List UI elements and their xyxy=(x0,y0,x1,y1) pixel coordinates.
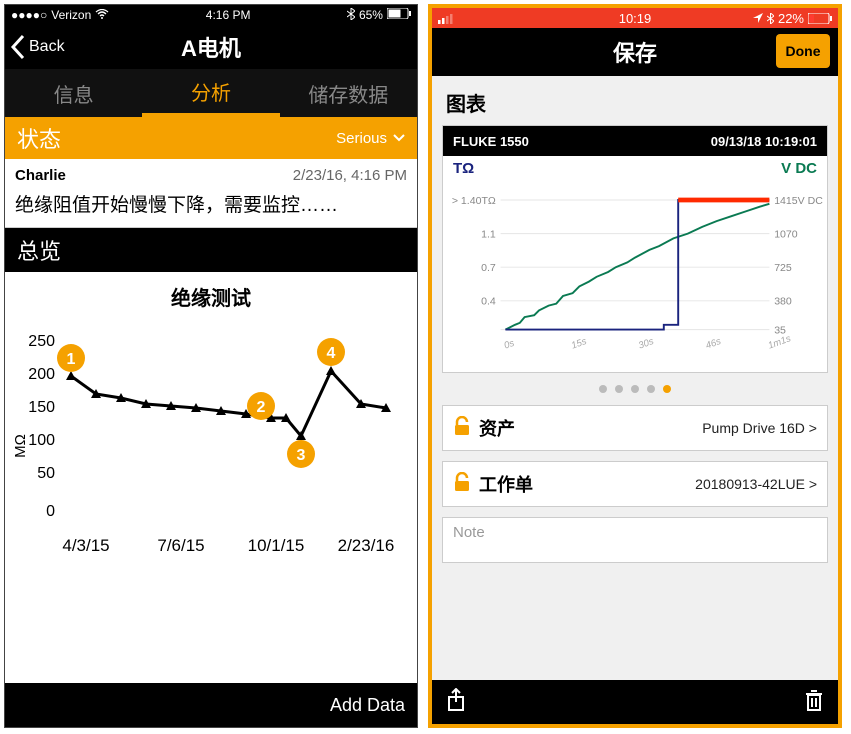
battery-icon xyxy=(808,13,832,24)
svg-text:10/1/15: 10/1/15 xyxy=(248,536,305,555)
svg-text:46s: 46s xyxy=(704,336,722,352)
chart-timestamp: 09/13/18 10:19:01 xyxy=(711,134,817,149)
overview-chart: 绝缘测试 250 200 150 100 50 0 MΩ xyxy=(5,272,417,582)
svg-text:3: 3 xyxy=(297,447,306,464)
phone-left: ●●●●○ Verizon 4:16 PM 65% Back xyxy=(4,4,418,728)
row-value: Pump Drive 16D > xyxy=(702,420,817,436)
note-input[interactable]: Note xyxy=(442,517,828,563)
svg-text:50: 50 xyxy=(37,465,55,482)
note-placeholder: Note xyxy=(453,524,485,541)
svg-text:1m1s: 1m1s xyxy=(767,333,793,351)
svg-text:1415V DC: 1415V DC xyxy=(774,195,823,207)
axis-right-label: V DC xyxy=(781,160,817,177)
signal-icon xyxy=(438,13,454,24)
svg-text:0.7: 0.7 xyxy=(481,262,496,274)
svg-text:0s: 0s xyxy=(503,338,516,352)
tab-bar: 信息 分析 储存数据 xyxy=(5,69,417,117)
svg-text:2: 2 xyxy=(257,399,266,416)
svg-text:725: 725 xyxy=(774,262,792,274)
svg-text:7/6/15: 7/6/15 xyxy=(157,536,204,555)
overview-header: 总览 xyxy=(5,228,417,272)
svg-text:380: 380 xyxy=(774,296,792,308)
done-button[interactable]: Done xyxy=(776,34,830,68)
svg-text:2/23/16: 2/23/16 xyxy=(338,536,395,555)
share-button[interactable] xyxy=(446,688,466,717)
battery-pct: 65% xyxy=(359,8,383,22)
post-date: 2/23/16, 4:16 PM xyxy=(293,167,407,184)
chart-card: FLUKE 1550 09/13/18 10:19:01 TΩ V DC xyxy=(442,125,828,373)
clock: 10:19 xyxy=(619,11,652,26)
add-data-button[interactable]: Add Data xyxy=(5,683,417,727)
row-value: 20180913-42LUE > xyxy=(695,476,817,492)
svg-text:0.4: 0.4 xyxy=(481,296,496,308)
phone-right: 10:19 22% 保存 Done 图表 FLUKE 1550 09/13/18… xyxy=(428,4,842,728)
svg-text:30s: 30s xyxy=(637,336,655,352)
chart-title: 绝缘测试 xyxy=(11,282,411,311)
nav-bar: 保存 Done xyxy=(432,28,838,76)
status-severity: Serious xyxy=(336,130,387,147)
unlock-icon xyxy=(453,472,471,497)
svg-text:MΩ: MΩ xyxy=(12,434,29,458)
chart-device: FLUKE 1550 xyxy=(453,134,529,149)
tab-analysis[interactable]: 分析 xyxy=(142,69,279,117)
svg-text:1: 1 xyxy=(67,351,76,368)
status-section-header[interactable]: 状态 Serious xyxy=(5,117,417,159)
page-indicator[interactable] xyxy=(442,385,828,393)
svg-text:15s: 15s xyxy=(570,336,588,352)
bluetooth-icon xyxy=(347,8,355,23)
bottom-toolbar xyxy=(432,680,838,724)
workorder-row[interactable]: 工作单 20180913-42LUE > xyxy=(442,461,828,507)
row-label: 工作单 xyxy=(479,471,533,497)
delete-button[interactable] xyxy=(804,689,824,716)
post-author: Charlie xyxy=(15,167,66,184)
clock: 4:16 PM xyxy=(206,8,251,22)
back-button[interactable]: Back xyxy=(5,33,65,61)
chevron-left-icon xyxy=(9,33,27,61)
row-label: 资产 xyxy=(479,415,515,441)
wifi-icon xyxy=(95,8,109,22)
svg-text:150: 150 xyxy=(28,399,55,416)
location-icon xyxy=(753,13,763,23)
asset-row[interactable]: 资产 Pump Drive 16D > xyxy=(442,405,828,451)
svg-text:1.1: 1.1 xyxy=(481,228,496,240)
back-label: Back xyxy=(29,38,65,56)
status-label: 状态 xyxy=(17,122,61,154)
svg-text:0: 0 xyxy=(46,503,55,520)
tab-info[interactable]: 信息 xyxy=(5,69,142,117)
chart-svg: > 1.40TΩ 1.1 0.7 0.4 1415V DC 1070 725 3… xyxy=(443,177,827,367)
unlock-icon xyxy=(453,416,471,441)
post-body: 绝缘阻值开始慢慢下降，需要监控…… xyxy=(15,190,407,217)
carrier: Verizon xyxy=(51,8,91,22)
chart-svg: 250 200 150 100 50 0 MΩ xyxy=(11,311,411,581)
page-title: A电机 xyxy=(5,31,417,63)
svg-text:250: 250 xyxy=(28,333,55,350)
signal-dots-icon: ●●●●○ xyxy=(11,8,47,22)
svg-text:100: 100 xyxy=(28,432,55,449)
svg-text:1070: 1070 xyxy=(774,228,798,240)
chart-section-title: 图表 xyxy=(446,88,828,117)
status-post: Charlie 2/23/16, 4:16 PM 绝缘阻值开始慢慢下降，需要监控… xyxy=(5,159,417,228)
tab-stored[interactable]: 储存数据 xyxy=(280,69,417,117)
svg-text:4/3/15: 4/3/15 xyxy=(62,536,109,555)
status-bar: ●●●●○ Verizon 4:16 PM 65% xyxy=(5,5,417,25)
nav-bar: Back A电机 xyxy=(5,25,417,69)
add-data-label: Add Data xyxy=(330,695,405,716)
status-bar: 10:19 22% xyxy=(432,8,838,28)
svg-text:> 1.40TΩ: > 1.40TΩ xyxy=(452,195,496,207)
battery-pct: 22% xyxy=(778,11,804,26)
battery-icon xyxy=(387,8,411,22)
axis-left-label: TΩ xyxy=(453,160,474,177)
chevron-down-icon xyxy=(393,134,405,142)
bluetooth-icon xyxy=(767,13,774,24)
page-title: 保存 xyxy=(613,36,657,68)
svg-text:200: 200 xyxy=(28,366,55,383)
svg-text:4: 4 xyxy=(327,345,336,362)
